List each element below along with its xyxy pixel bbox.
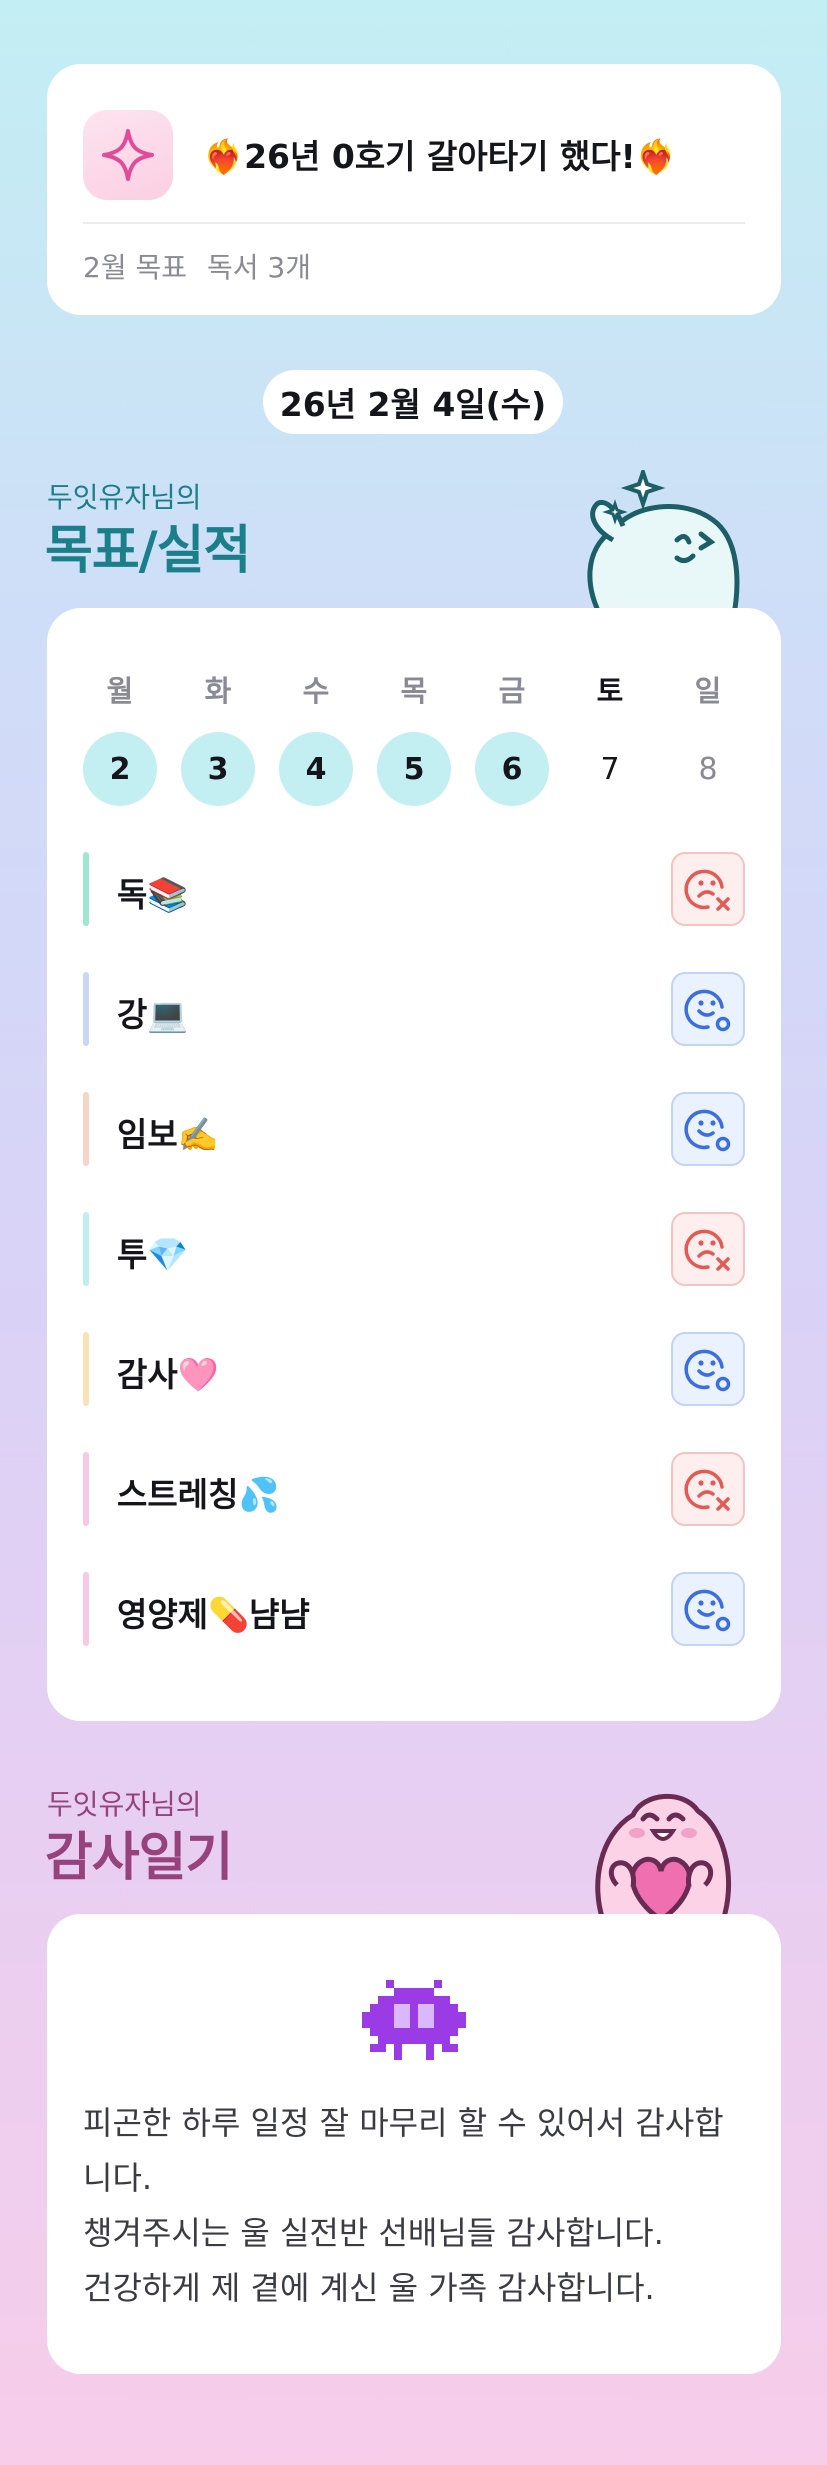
goal-label: 투💎 — [117, 1235, 189, 1274]
goal-row: 감사🩷 — [83, 1332, 745, 1406]
smile-face-o-icon — [684, 1349, 731, 1392]
day-number: 4 — [279, 732, 353, 806]
day-label: 금 — [498, 674, 526, 708]
monthly-goal-card[interactable]: ❤️‍🔥26년 0호기 갈아타기 했다!❤️‍🔥 2월 목표 독서 3개 — [47, 64, 781, 315]
goal-label: 임보✍️ — [117, 1115, 219, 1154]
month-goal-label: 2월 목표 — [83, 251, 187, 284]
diary-line: 건강하게 제 곁에 계신 울 가족 감사합니다. — [83, 2269, 655, 2307]
goal-status-done-button[interactable] — [671, 1092, 745, 1166]
goal-row: 투💎 — [83, 1212, 745, 1286]
smile-face-o-icon — [684, 989, 731, 1032]
smile-face-o-icon — [684, 1589, 731, 1632]
goal-label: 스트레칭💦 — [117, 1475, 280, 1514]
goal-status-done-button[interactable] — [671, 1572, 745, 1646]
diary-line: 피곤한 하루 일정 잘 마무리 할 수 있어서 감사합니다. — [83, 2104, 724, 2197]
goal-status-done-button[interactable] — [671, 972, 745, 1046]
diary-section-title: 감사일기 — [45, 1828, 233, 1888]
goals-section-title: 목표/실적 — [45, 521, 251, 581]
day-wed[interactable]: 수 4 — [279, 668, 353, 806]
pink-mascot-heart-illustration — [573, 1775, 748, 1924]
day-fri[interactable]: 금 6 — [475, 668, 549, 806]
day-number: 3 — [181, 732, 255, 806]
day-sun[interactable]: 일 8 — [671, 668, 745, 806]
gratitude-diary-card: 피곤한 하루 일정 잘 마무리 할 수 있어서 감사합니다. 챙겨주시는 울 실… — [47, 1914, 781, 2374]
day-label: 목 — [400, 674, 428, 708]
pixel-monster-icon — [362, 1980, 466, 2072]
day-number: 6 — [475, 732, 549, 806]
goal-label: 영양제💊냠냠 — [117, 1595, 310, 1634]
goal-label: 독📚 — [117, 875, 189, 914]
divider — [83, 222, 745, 224]
day-number: 7 — [600, 751, 620, 787]
day-label: 화 — [204, 674, 232, 708]
month-goal-line: 2월 목표 독서 3개 — [83, 246, 311, 286]
goal-row: 강💻 — [83, 972, 745, 1046]
goal-color-bar — [83, 1572, 89, 1646]
goal-row: 임보✍️ — [83, 1092, 745, 1166]
day-label: 수 — [302, 674, 330, 708]
day-number: 2 — [83, 732, 157, 806]
day-label: 월 — [106, 674, 134, 708]
day-mon[interactable]: 월 2 — [83, 668, 157, 806]
diary-entry-text: 피곤한 하루 일정 잘 마무리 할 수 있어서 감사합니다. 챙겨주시는 울 실… — [83, 2096, 745, 2316]
day-sat[interactable]: 토 7 — [573, 668, 647, 806]
goal-color-bar — [83, 1212, 89, 1286]
teal-mascot-illustration — [573, 465, 743, 624]
goal-title: ❤️‍🔥26년 0호기 갈아타기 했다!❤️‍🔥 — [203, 137, 677, 176]
goal-status-fail-button[interactable] — [671, 1212, 745, 1286]
sad-face-x-icon — [684, 1469, 730, 1511]
day-label: 일 — [694, 674, 722, 708]
sad-face-x-icon — [684, 1229, 730, 1271]
sparkle-icon — [83, 110, 173, 200]
goal-color-bar — [83, 972, 89, 1046]
month-goal-value: 독서 3개 — [207, 251, 311, 284]
goal-color-bar — [83, 1332, 89, 1406]
goal-color-bar — [83, 1452, 89, 1526]
sad-face-x-icon — [684, 869, 730, 911]
diary-line: 챙겨주시는 울 실전반 선배님들 감사합니다. — [83, 2214, 664, 2252]
day-thu[interactable]: 목 5 — [377, 668, 451, 806]
goal-label: 감사🩷 — [117, 1355, 219, 1394]
goals-card: 월 2 화 3 수 4 목 5 금 6 토 7 일 8 독📚 강💻 임보✍️ 투… — [47, 608, 781, 1721]
day-number: 5 — [377, 732, 451, 806]
goal-row: 스트레칭💦 — [83, 1452, 745, 1526]
goal-color-bar — [83, 1092, 89, 1166]
goal-status-fail-button[interactable] — [671, 1452, 745, 1526]
day-tue[interactable]: 화 3 — [181, 668, 255, 806]
goal-row: 영양제💊냠냠 — [83, 1572, 745, 1646]
week-calendar: 월 2 화 3 수 4 목 5 금 6 토 7 일 8 — [47, 668, 781, 808]
current-date-pill[interactable]: 26년 2월 4일(수) — [263, 370, 563, 434]
goal-status-done-button[interactable] — [671, 1332, 745, 1406]
goal-status-fail-button[interactable] — [671, 852, 745, 926]
day-number: 8 — [698, 751, 718, 787]
goal-color-bar — [83, 852, 89, 926]
goal-row: 독📚 — [83, 852, 745, 926]
day-label: 토 — [596, 674, 624, 708]
smile-face-o-icon — [684, 1109, 731, 1152]
goal-label: 강💻 — [117, 995, 189, 1034]
